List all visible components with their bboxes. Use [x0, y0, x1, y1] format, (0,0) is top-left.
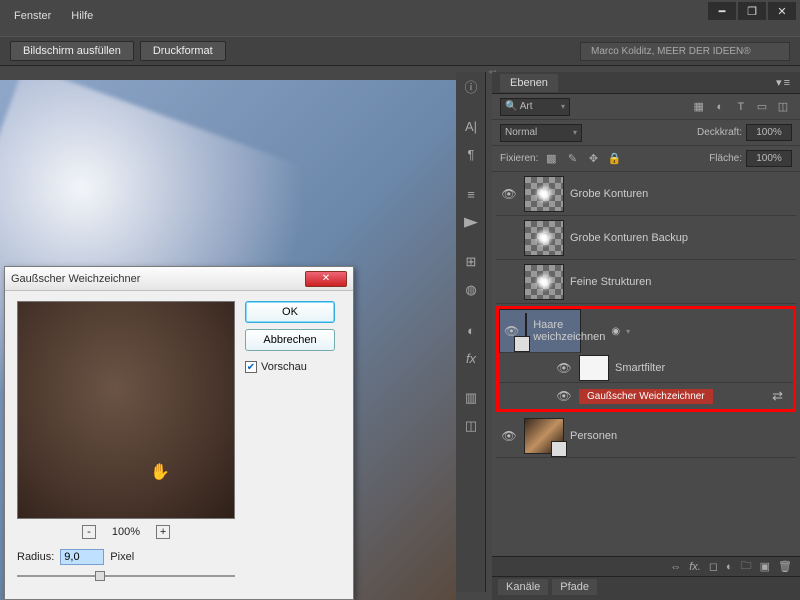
highlight-annotation: 👁 Haare weichzeichnen ◉ 👁 Smartfilter 👁 …	[496, 306, 796, 412]
adjustments-icon[interactable]: ◐	[456, 316, 486, 344]
layer-row[interactable]: Grobe Konturen Backup	[496, 216, 796, 260]
smart-object-thumbnail[interactable]	[524, 418, 564, 454]
printformat-button[interactable]: Druckformat	[140, 41, 226, 61]
smart-filter-label: Smartfilter	[615, 362, 665, 374]
filter-shape-icon[interactable]: ▭	[753, 100, 771, 113]
layer-row[interactable]: 👁 Personen	[496, 414, 796, 458]
watermark-select[interactable]: Marco Kolditz, MEER DER IDEEN®	[580, 42, 790, 61]
preview-checkbox-label: Vorschau	[261, 361, 307, 373]
adjustment-layer-icon[interactable]: ◐	[726, 561, 733, 573]
lock-transparency-icon[interactable]: ▩	[542, 152, 560, 165]
visibility-eye-icon[interactable]: 👁	[500, 429, 518, 443]
layer-row[interactable]: 👁 Grobe Konturen	[496, 172, 796, 216]
layer-row[interactable]: Feine Strukturen	[496, 260, 796, 304]
dialog-close-button[interactable]: ✕	[305, 271, 347, 287]
filter-effect-name[interactable]: Gaußscher Weichzeichner	[579, 389, 713, 404]
panel-menu-icon[interactable]: ▾≡	[776, 76, 792, 89]
checkbox-icon: ✔	[245, 361, 257, 373]
fullscreen-button[interactable]: Bildschirm ausfüllen	[10, 41, 134, 61]
fx-styles-icon[interactable]: fx	[456, 344, 486, 372]
filter-mask-thumbnail[interactable]	[579, 355, 609, 381]
radius-slider[interactable]	[17, 569, 235, 583]
smart-filter-toggle-icon[interactable]: ◉	[611, 326, 620, 337]
layer-row-selected[interactable]: 👁 Haare weichzeichnen ◉	[499, 309, 581, 353]
window-restore-button[interactable]: ❐	[738, 2, 766, 20]
lock-all-icon[interactable]: 🔒	[606, 152, 624, 165]
lock-pixels-icon[interactable]: ✎	[563, 152, 581, 165]
filter-effect-row[interactable]: 👁 Gaußscher Weichzeichner ⇄	[499, 383, 793, 409]
filter-smart-icon[interactable]: ◫	[774, 100, 792, 113]
layer-name[interactable]: Feine Strukturen	[570, 276, 651, 288]
window-close-button[interactable]: ✕	[768, 2, 796, 20]
swatches-icon[interactable]: ⊞	[456, 248, 486, 276]
opacity-input[interactable]: 100%	[746, 124, 792, 141]
radius-input[interactable]	[60, 549, 104, 565]
trash-icon[interactable]: 🗑	[778, 560, 792, 573]
visibility-eye-icon[interactable]: 👁	[555, 389, 573, 403]
paragraph-panel-icon[interactable]: ¶	[456, 140, 486, 168]
dialog-title: Gaußscher Weichzeichner	[11, 273, 140, 285]
layer-filter-label: Art	[520, 101, 533, 112]
visibility-eye-icon[interactable]: 👁	[500, 187, 518, 201]
preview-checkbox[interactable]: ✔ Vorschau	[245, 361, 335, 373]
layers-panel-tab[interactable]: Ebenen	[500, 74, 558, 92]
zoom-out-button[interactable]: -	[82, 525, 96, 539]
histogram-icon[interactable]: ▥	[456, 384, 486, 412]
fill-label: Fläche:	[709, 153, 742, 164]
hand-cursor-icon: ✋	[150, 462, 170, 482]
layer-thumbnail[interactable]	[524, 220, 564, 256]
layers-stack-icon[interactable]: ≡	[456, 180, 486, 208]
blending-options-icon[interactable]: ⇄	[772, 388, 793, 404]
visibility-eye-icon[interactable]: 👁	[555, 361, 573, 375]
filter-pixel-icon[interactable]: ▦	[690, 100, 708, 113]
filter-type-icon[interactable]: T	[732, 101, 750, 113]
smart-object-thumbnail[interactable]	[525, 313, 527, 349]
layer-name[interactable]: Grobe Konturen Backup	[570, 232, 688, 244]
blur-preview[interactable]: ✋	[17, 301, 235, 519]
layer-thumbnail[interactable]	[524, 264, 564, 300]
zoom-in-button[interactable]: +	[156, 525, 170, 539]
opacity-label: Deckkraft:	[697, 127, 742, 138]
cancel-button[interactable]: Abbrechen	[245, 329, 335, 351]
radius-label: Radius:	[17, 551, 54, 563]
layer-mask-icon[interactable]: ◻	[709, 560, 718, 573]
fill-input[interactable]: 100%	[746, 150, 792, 167]
window-minimize-button[interactable]: ━	[708, 2, 736, 20]
layer-thumbnail[interactable]	[524, 176, 564, 212]
paths-panel-tab[interactable]: Pfade	[552, 579, 597, 595]
group-icon[interactable]: 🗀	[741, 557, 752, 576]
layer-name[interactable]: Personen	[570, 430, 617, 442]
play-actions-icon[interactable]: ▶	[450, 208, 492, 236]
link-layers-icon[interactable]: ⇔	[670, 561, 681, 573]
lock-label: Fixieren:	[500, 153, 538, 164]
menu-fenster[interactable]: Fenster	[6, 8, 59, 24]
layer-fx-icon[interactable]: fx.	[689, 561, 701, 573]
radius-unit: Pixel	[110, 551, 134, 563]
layer-name[interactable]: Grobe Konturen	[570, 188, 648, 200]
smart-filter-row[interactable]: 👁 Smartfilter	[499, 353, 793, 383]
zoom-level: 100%	[112, 526, 140, 538]
filter-adjust-icon[interactable]: ◐	[711, 101, 729, 113]
layer-name[interactable]: Haare weichzeichnen	[533, 319, 605, 343]
gaussian-blur-dialog: Gaußscher Weichzeichner ✕ ✋ - 100% + Rad…	[4, 266, 354, 600]
new-layer-icon[interactable]: ▣	[760, 560, 770, 573]
ok-button[interactable]: OK	[245, 301, 335, 323]
color-wheel-icon[interactable]: ◍	[456, 276, 486, 304]
layer-filter-select[interactable]: 🔍 Art	[500, 98, 570, 116]
menu-hilfe[interactable]: Hilfe	[63, 8, 101, 24]
lock-position-icon[interactable]: ✥	[584, 152, 602, 165]
channels-panel-tab[interactable]: Kanäle	[498, 579, 548, 595]
character-panel-icon[interactable]: A|	[456, 112, 486, 140]
blend-mode-select[interactable]: Normal	[500, 124, 582, 142]
info-icon[interactable]: ⓘ	[456, 72, 486, 100]
navigator-icon[interactable]: ◫	[456, 412, 486, 440]
